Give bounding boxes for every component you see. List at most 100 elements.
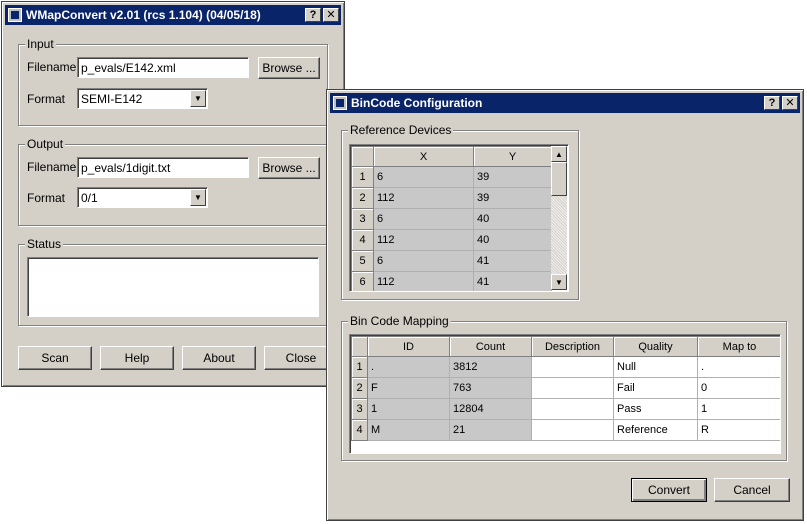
cell-x[interactable]: 112 bbox=[373, 229, 474, 251]
cell-description[interactable] bbox=[531, 419, 614, 441]
table-row[interactable]: 4 M 21 Reference R bbox=[351, 419, 780, 441]
bincode-window-title: BinCode Configuration bbox=[351, 96, 483, 110]
table-row[interactable]: 6 112 41 bbox=[351, 271, 552, 291]
reference-devices-table[interactable]: X Y 1 6 39 2 112 39 3 6 40 4 112 40 5 6 41 6 112 41 ▲ ▼ bbox=[349, 144, 569, 292]
input-filename-label: Filename bbox=[27, 60, 77, 74]
main-window: WMapConvert v2.01 (rcs 1.104) (04/05/18)… bbox=[1, 1, 345, 387]
cell-x[interactable]: 6 bbox=[373, 208, 474, 230]
column-header-description[interactable]: Description bbox=[531, 336, 614, 357]
corner-header bbox=[351, 336, 368, 357]
table-row[interactable]: 1 6 39 bbox=[351, 166, 552, 188]
cell-count[interactable]: 21 bbox=[449, 419, 532, 441]
column-header-quality[interactable]: Quality bbox=[613, 336, 698, 357]
corner-header bbox=[351, 146, 374, 167]
table-row[interactable]: 2 F 763 Fail 0 bbox=[351, 377, 780, 399]
cell-id[interactable]: 1 bbox=[367, 398, 450, 420]
reference-devices-scrollbar[interactable]: ▲ ▼ bbox=[551, 146, 567, 290]
cell-id[interactable]: M bbox=[367, 419, 450, 441]
output-filename-label: Filename bbox=[27, 160, 77, 174]
column-header-map-to[interactable]: Map to bbox=[697, 336, 780, 357]
chevron-down-icon[interactable]: ▼ bbox=[190, 90, 206, 107]
row-header[interactable]: 6 bbox=[351, 271, 374, 291]
output-format-select[interactable]: 0/1 ▼ bbox=[77, 187, 208, 208]
input-browse-button[interactable]: Browse ... bbox=[258, 57, 320, 79]
row-header[interactable]: 4 bbox=[351, 419, 368, 441]
cell-x[interactable]: 112 bbox=[373, 271, 474, 291]
cell-y[interactable]: 41 bbox=[473, 271, 552, 291]
cell-description[interactable] bbox=[531, 377, 614, 399]
input-format-select[interactable]: SEMI-E142 ▼ bbox=[77, 88, 208, 109]
cell-map-to[interactable]: R bbox=[697, 419, 780, 441]
table-row[interactable]: 3 6 40 bbox=[351, 208, 552, 230]
row-header[interactable]: 1 bbox=[351, 356, 368, 378]
cell-id[interactable]: . bbox=[367, 356, 450, 378]
column-header-id[interactable]: ID bbox=[367, 336, 450, 357]
cell-y[interactable]: 39 bbox=[473, 166, 552, 188]
table-row[interactable]: 2 112 39 bbox=[351, 187, 552, 209]
cell-map-to[interactable]: 0 bbox=[697, 377, 780, 399]
output-group-title: Output bbox=[25, 137, 66, 151]
output-filename-field[interactable]: p_evals/1digit.txt bbox=[77, 157, 249, 178]
bincode-titlebar[interactable]: BinCode Configuration ? ✕ bbox=[330, 93, 800, 113]
input-format-value: SEMI-E142 bbox=[81, 92, 143, 106]
scrollbar-thumb[interactable] bbox=[551, 162, 567, 196]
cell-quality[interactable]: Fail bbox=[613, 377, 698, 399]
row-header[interactable]: 3 bbox=[351, 398, 368, 420]
chevron-down-icon[interactable]: ▼ bbox=[190, 189, 206, 206]
cell-y[interactable]: 39 bbox=[473, 187, 552, 209]
about-button[interactable]: About bbox=[182, 346, 256, 370]
column-header-count[interactable]: Count bbox=[449, 336, 532, 357]
convert-button[interactable]: Convert bbox=[631, 478, 707, 502]
close-icon[interactable]: ✕ bbox=[782, 96, 798, 110]
help-icon[interactable]: ? bbox=[764, 96, 780, 110]
cell-quality[interactable]: Pass bbox=[613, 398, 698, 420]
column-header-y[interactable]: Y bbox=[473, 146, 552, 167]
cancel-button[interactable]: Cancel bbox=[714, 478, 790, 502]
bin-code-mapping-table[interactable]: ID Count Description Quality Map to 1. 38… bbox=[349, 334, 781, 454]
cell-y[interactable]: 40 bbox=[473, 208, 552, 230]
cell-count[interactable]: 763 bbox=[449, 377, 532, 399]
cell-x[interactable]: 112 bbox=[373, 187, 474, 209]
bin-code-mapping-grid: ID Count Description Quality Map to 1. 38… bbox=[351, 336, 780, 441]
cell-map-to[interactable]: 1 bbox=[697, 398, 780, 420]
main-titlebar[interactable]: WMapConvert v2.01 (rcs 1.104) (04/05/18)… bbox=[5, 5, 341, 25]
cell-description[interactable] bbox=[531, 356, 614, 378]
cell-y[interactable]: 41 bbox=[473, 250, 552, 272]
help-button[interactable]: Help bbox=[100, 346, 174, 370]
input-filename-field[interactable]: p_evals/E142.xml bbox=[77, 57, 249, 78]
output-browse-button[interactable]: Browse ... bbox=[258, 157, 320, 179]
scroll-down-icon[interactable]: ▼ bbox=[551, 274, 567, 290]
cell-y[interactable]: 40 bbox=[473, 229, 552, 251]
table-row[interactable]: 4 112 40 bbox=[351, 229, 552, 251]
cell-count[interactable]: 12804 bbox=[449, 398, 532, 420]
scroll-up-icon[interactable]: ▲ bbox=[551, 146, 567, 162]
reference-devices-title: Reference Devices bbox=[348, 123, 454, 137]
cell-map-to[interactable]: . bbox=[697, 356, 780, 378]
input-group-title: Input bbox=[25, 37, 56, 51]
row-header[interactable]: 1 bbox=[351, 166, 374, 188]
table-row[interactable]: 3 1 12804 Pass 1 bbox=[351, 398, 780, 420]
row-header[interactable]: 3 bbox=[351, 208, 374, 230]
main-window-title: WMapConvert v2.01 (rcs 1.104) (04/05/18) bbox=[26, 8, 261, 22]
scan-button[interactable]: Scan bbox=[18, 346, 92, 370]
column-header-x[interactable]: X bbox=[373, 146, 474, 167]
table-row[interactable]: 5 6 41 bbox=[351, 250, 552, 272]
cell-x[interactable]: 6 bbox=[373, 166, 474, 188]
row-header[interactable]: 2 bbox=[351, 187, 374, 209]
cell-quality[interactable]: Null bbox=[613, 356, 698, 378]
cell-id[interactable]: F bbox=[367, 377, 450, 399]
cell-quality[interactable]: Reference bbox=[613, 419, 698, 441]
row-header[interactable]: 5 bbox=[351, 250, 374, 272]
table-row[interactable]: 1. 3812 Null. bbox=[351, 356, 780, 378]
app-icon bbox=[333, 96, 347, 110]
help-icon[interactable]: ? bbox=[305, 8, 321, 22]
row-header[interactable]: 2 bbox=[351, 377, 368, 399]
close-icon[interactable]: ✕ bbox=[323, 8, 339, 22]
cell-description[interactable] bbox=[531, 398, 614, 420]
cell-count[interactable]: 3812 bbox=[449, 356, 532, 378]
app-icon bbox=[8, 8, 22, 22]
cell-x[interactable]: 6 bbox=[373, 250, 474, 272]
row-header[interactable]: 4 bbox=[351, 229, 374, 251]
status-textarea[interactable] bbox=[27, 257, 319, 317]
reference-devices-grid: X Y 1 6 39 2 112 39 3 6 40 4 112 40 5 6 41 6 112 41 bbox=[351, 146, 552, 291]
